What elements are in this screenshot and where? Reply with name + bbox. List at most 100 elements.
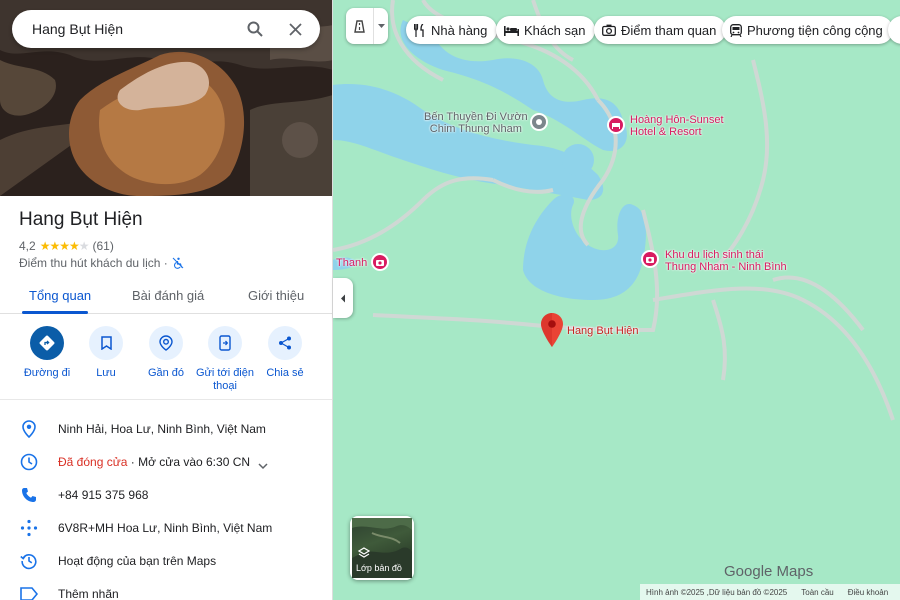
poi-label-boat-dock[interactable]: Bến Thuyền Đi Vườn Chim Thung Nham <box>424 111 528 135</box>
poi-label-boat-line1: Bến Thuyền Đi Vườn <box>424 111 528 123</box>
action-buttons: Đường đi Lưu Gần đó Gửi tới điện thoại C… <box>0 322 332 400</box>
chevron-left-icon <box>341 294 345 302</box>
bookmark-icon <box>89 326 123 360</box>
search-button[interactable] <box>242 16 268 42</box>
poi-label-hotel-line1: Hoàng Hôn-Sunset <box>630 114 724 126</box>
place-panel: Hang Bụt Hiện 4,2 ★★★★★ (61) Điểm thu hú… <box>0 0 333 600</box>
plus-code-icon <box>19 518 39 538</box>
hours-next: · Mở cửa vào 6:30 CN <box>127 455 251 469</box>
poi-label-hotel-line2: Hotel & Resort <box>630 126 702 138</box>
clock-icon <box>19 452 39 472</box>
rating-value: 4,2 <box>19 239 36 253</box>
camera-icon <box>602 24 616 36</box>
label-row[interactable]: Thêm nhãn <box>0 577 332 600</box>
layers-icon <box>357 546 371 564</box>
hotel-marker-icon[interactable] <box>607 116 625 134</box>
global-link[interactable]: Toàn cầu <box>801 588 833 597</box>
poi-label-eco-line1: Khu du lịch sinh thái <box>665 249 764 261</box>
tab-reviews[interactable]: Bài đánh giá <box>132 288 204 303</box>
address-text: Ninh Hải, Hoa Lư, Ninh Bình, Việt Nam <box>58 422 266 436</box>
active-tab-indicator <box>22 311 88 314</box>
label-tag-icon <box>19 584 39 600</box>
tourism-marker-icon[interactable] <box>641 250 659 268</box>
category-row: Điểm thu hút khách du lịch · <box>19 256 184 270</box>
phone-text: +84 915 375 968 <box>58 488 149 502</box>
chip-restaurants[interactable]: Nhà hàng <box>406 16 498 44</box>
road-layer-icon <box>346 19 373 33</box>
send-to-phone-icon <box>208 326 242 360</box>
send-to-phone-label: Gửi tới điện thoại <box>196 367 254 392</box>
tab-overview[interactable]: Tổng quan <box>29 288 91 303</box>
review-count[interactable]: (61) <box>92 239 113 253</box>
address-row[interactable]: Ninh Hải, Hoa Lư, Ninh Bình, Việt Nam <box>0 412 332 445</box>
nearby-label: Gần đó <box>147 367 185 379</box>
hours-text: Đã đóng cửa · Mở cửa vào 6:30 CN <box>58 455 250 469</box>
clear-search-button[interactable] <box>282 16 308 42</box>
nearby-button[interactable]: Gần đó <box>134 326 198 380</box>
poi-label-eco-line2: Thung Nham - Ninh Bình <box>665 261 787 273</box>
poi-label-eco-tourism[interactable]: Khu du lịch sinh thái Thung Nham - Ninh … <box>665 249 787 273</box>
tab-about[interactable]: Giới thiệu <box>248 288 304 303</box>
chip-hotels-label: Khách sạn <box>524 22 586 38</box>
chip-attractions-label: Điểm tham quan <box>621 22 717 38</box>
phone-icon <box>19 485 39 505</box>
chip-restaurants-label: Nhà hàng <box>431 22 488 38</box>
poi-label-thanh[interactable]: Thanh <box>336 257 367 269</box>
activity-text: Hoạt động của bạn trên Maps <box>58 554 217 568</box>
place-tabs: Tổng quan Bài đánh giá Giới thiệu <box>0 280 332 314</box>
share-label: Chia sẻ <box>266 367 304 379</box>
terms-link[interactable]: Điều khoản <box>848 588 888 597</box>
directions-label: Đường đi <box>23 367 71 379</box>
not-accessible-icon[interactable] <box>172 257 184 269</box>
layer-toggle-button[interactable] <box>346 8 388 44</box>
google-maps-logo: Google Maps <box>724 563 814 580</box>
pin-label[interactable]: Hang Bụt Hiện <box>567 325 639 337</box>
chip-hotels[interactable]: Khách sạn <box>496 16 596 44</box>
star-filled-icon: ★★★★ <box>39 239 80 253</box>
place-category[interactable]: Điểm thu hút khách du lịch · <box>19 256 168 270</box>
directions-icon <box>30 326 64 360</box>
map-terrain <box>333 0 900 600</box>
rating-stars-icon[interactable]: ★★★★★ <box>39 239 90 253</box>
plus-code-text: 6V8R+MH Hoa Lư, Ninh Bình, Việt Nam <box>58 521 273 535</box>
chip-transit-label: Phương tiện công cộng <box>747 22 883 38</box>
location-pin-icon <box>19 419 39 439</box>
plus-code-row[interactable]: 6V8R+MH Hoa Lư, Ninh Bình, Việt Nam <box>0 511 332 544</box>
search-icon <box>247 21 263 37</box>
chevron-down-icon <box>374 24 388 28</box>
map-canvas[interactable]: Bến Thuyền Đi Vườn Chim Thung Nham Hoàng… <box>333 0 900 600</box>
chip-transit[interactable]: Phương tiện công cộng <box>722 16 893 44</box>
save-button[interactable]: Lưu <box>74 326 138 380</box>
hours-status: Đã đóng cửa <box>58 455 128 469</box>
nearby-icon <box>149 326 183 360</box>
close-icon <box>288 22 302 36</box>
map-footer: Hình ảnh ©2025 ,Dữ liệu bản đồ ©2025 Toà… <box>640 584 900 600</box>
camera-marker-icon[interactable] <box>371 253 389 271</box>
attribution-text[interactable]: Hình ảnh ©2025 ,Dữ liệu bản đồ ©2025 <box>646 588 787 597</box>
transit-icon <box>730 23 742 37</box>
directions-button[interactable]: Đường đi <box>15 326 79 380</box>
phone-row[interactable]: +84 915 375 968 <box>0 478 332 511</box>
label-text: Thêm nhãn <box>58 587 119 600</box>
hotel-icon <box>504 25 519 36</box>
collapse-panel-button[interactable] <box>333 278 353 318</box>
chip-attractions[interactable]: Điểm tham quan <box>594 16 727 44</box>
layers-button[interactable]: Lớp bản đồ <box>350 516 414 580</box>
share-icon <box>268 326 302 360</box>
share-button[interactable]: Chia sẻ <box>253 326 317 380</box>
activity-row[interactable]: Hoạt động của bạn trên Maps <box>0 544 332 577</box>
rating-row: 4,2 ★★★★★ (61) <box>19 239 114 253</box>
selected-place-pin-icon[interactable] <box>541 313 563 352</box>
place-info-list: Ninh Hải, Hoa Lư, Ninh Bình, Việt Nam Đã… <box>0 412 332 600</box>
star-empty-icon: ★ <box>78 239 90 253</box>
poi-label-boat-line2: Chim Thung Nham <box>429 123 522 135</box>
search-input[interactable] <box>32 21 228 37</box>
place-title: Hang Bụt Hiện <box>19 209 143 230</box>
poi-marker-gray-icon[interactable] <box>530 113 548 131</box>
hours-row[interactable]: Đã đóng cửa · Mở cửa vào 6:30 CN <box>0 445 332 478</box>
send-to-phone-button[interactable]: Gửi tới điện thoại <box>193 326 257 393</box>
search-box <box>12 10 320 48</box>
restaurant-icon <box>414 23 424 37</box>
poi-label-sunset-hotel[interactable]: Hoàng Hôn-Sunset Hotel & Resort <box>630 114 724 138</box>
expand-hours-icon[interactable] <box>258 457 268 475</box>
